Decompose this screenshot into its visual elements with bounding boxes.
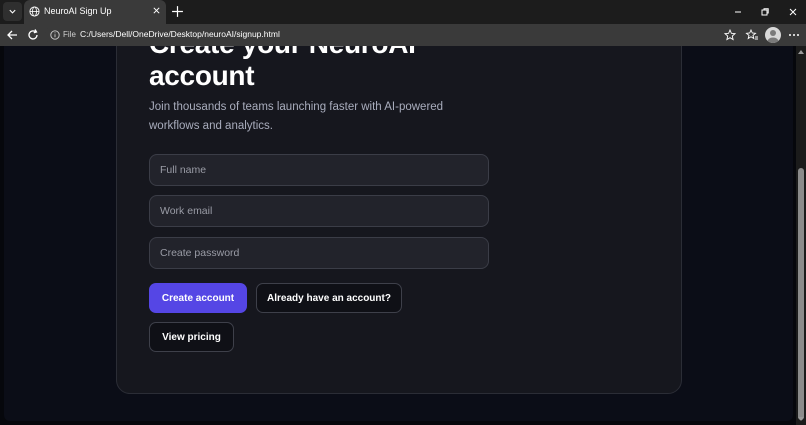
chevron-down-icon	[9, 9, 16, 14]
address-scheme-label: File	[63, 30, 76, 39]
password-field[interactable]	[149, 237, 489, 269]
profile-avatar[interactable]	[765, 27, 781, 43]
scrollbar-thumb[interactable]	[798, 168, 804, 420]
refresh-icon[interactable]	[26, 28, 40, 42]
favorites-icon[interactable]	[745, 28, 759, 42]
tab-title: NeuroAI Sign Up	[44, 6, 112, 16]
close-icon[interactable]	[152, 6, 161, 15]
full-name-field[interactable]	[149, 154, 489, 186]
page-scrollbar[interactable]	[796, 46, 806, 425]
favorite-star-icon[interactable]	[724, 29, 736, 41]
page-viewport: Create your NeuroAI account Join thousan…	[0, 46, 806, 425]
page-title-line-2: account	[149, 60, 255, 91]
navigation-bar: File C:/Users/Dell/OneDrive/Desktop/neur…	[0, 24, 806, 46]
more-options-icon[interactable]	[788, 29, 800, 41]
page-title-line-1: Create your NeuroAI	[149, 46, 416, 60]
tab-bar: NeuroAI Sign Up	[0, 0, 806, 24]
page-title: Create your NeuroAI account	[149, 46, 416, 92]
create-account-button[interactable]: Create account	[149, 283, 247, 313]
restore-icon	[761, 8, 769, 16]
address-url[interactable]: C:/Users/Dell/OneDrive/Desktop/neuroAI/s…	[80, 29, 280, 39]
new-tab-icon[interactable]	[171, 5, 184, 18]
close-window-button[interactable]	[786, 5, 800, 19]
browser-tab[interactable]: NeuroAI Sign Up	[24, 0, 166, 24]
view-pricing-button[interactable]: View pricing	[149, 322, 234, 352]
back-arrow-icon[interactable]	[5, 28, 19, 42]
work-email-field[interactable]	[149, 195, 489, 227]
globe-icon	[29, 6, 40, 17]
page-subtitle: Join thousands of teams launching faster…	[149, 101, 444, 132]
close-window-icon	[789, 8, 797, 16]
scroll-up-arrow-icon[interactable]	[798, 50, 804, 54]
minimize-button[interactable]	[731, 5, 745, 19]
minimize-icon	[735, 11, 741, 13]
address-bar[interactable]: File C:/Users/Dell/OneDrive/Desktop/neur…	[45, 26, 743, 44]
restore-button[interactable]	[758, 5, 772, 19]
tab-actions-menu-button[interactable]	[3, 2, 22, 21]
scroll-down-arrow-icon[interactable]	[798, 417, 804, 421]
info-icon[interactable]	[50, 30, 60, 40]
user-icon	[767, 30, 779, 43]
login-link-button[interactable]: Already have an account?	[256, 283, 402, 313]
